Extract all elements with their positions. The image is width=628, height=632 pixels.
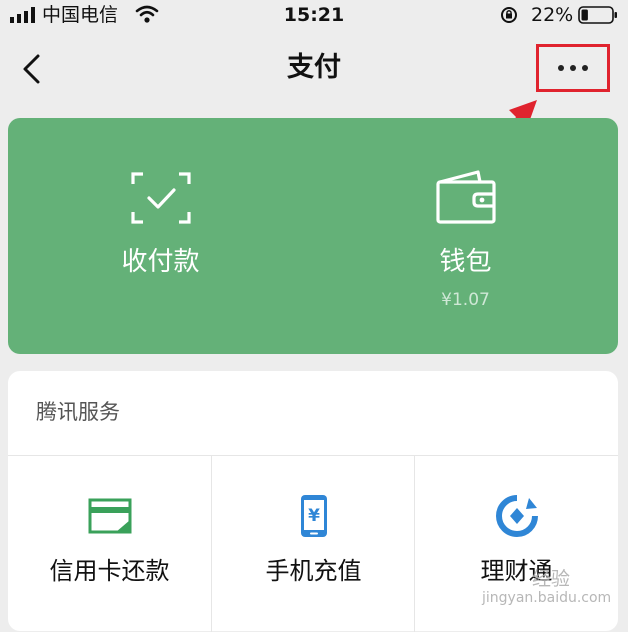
wallet-icon xyxy=(435,170,496,224)
battery-percent: 22% xyxy=(531,4,574,26)
more-button[interactable] xyxy=(536,44,610,92)
pay-card: 收付款 钱包 ¥1.07 xyxy=(8,118,618,354)
wallet-label: 钱包 xyxy=(439,247,492,277)
watermark-brand: 经验 xyxy=(532,568,571,590)
wallet-button[interactable]: 钱包 ¥1.07 xyxy=(313,118,618,354)
status-bar: 中国电信 15:21 22% xyxy=(0,0,628,30)
mobile-topup-icon: ¥ xyxy=(300,495,327,537)
service-label: 手机充值 xyxy=(265,557,362,585)
rotation-lock-icon xyxy=(501,7,517,23)
wealth-icon xyxy=(495,495,538,537)
service-credit-card-repay[interactable]: 信用卡还款 xyxy=(8,456,211,632)
page-title: 支付 xyxy=(287,52,341,83)
receive-payment-button[interactable]: 收付款 xyxy=(8,118,313,354)
watermark: 经验 jingyan.baidu.com xyxy=(482,564,622,612)
services-title: 腾讯服务 xyxy=(36,400,120,424)
svg-text:¥: ¥ xyxy=(308,506,320,526)
watermark-domain: jingyan.baidu.com xyxy=(482,590,612,606)
battery-icon xyxy=(578,6,617,24)
receive-payment-label: 收付款 xyxy=(121,247,200,277)
service-mobile-topup[interactable]: ¥ 手机充值 xyxy=(211,456,415,632)
wallet-balance: ¥1.07 xyxy=(441,290,490,310)
qr-scan-icon xyxy=(130,172,191,224)
more-icon xyxy=(539,58,607,78)
service-label: 信用卡还款 xyxy=(49,557,170,585)
credit-card-icon xyxy=(88,498,131,534)
